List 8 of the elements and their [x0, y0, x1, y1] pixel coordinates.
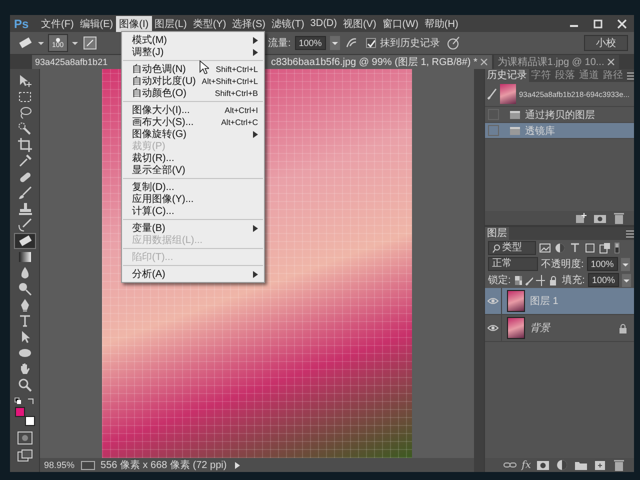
zoom-level: 98.95% — [44, 460, 75, 470]
lock-label: 锁定: — [488, 274, 511, 287]
document-size: 556 像素 x 668 像素 (72 ppi) — [100, 458, 227, 472]
opacity-label: 不透明度: — [541, 258, 584, 271]
app-logo: Ps — [14, 16, 30, 30]
flow-label: 流量: — [268, 36, 291, 50]
fill-label: 填充: — [562, 274, 585, 287]
checkbox-label: 抹到历史记录 — [380, 36, 440, 50]
